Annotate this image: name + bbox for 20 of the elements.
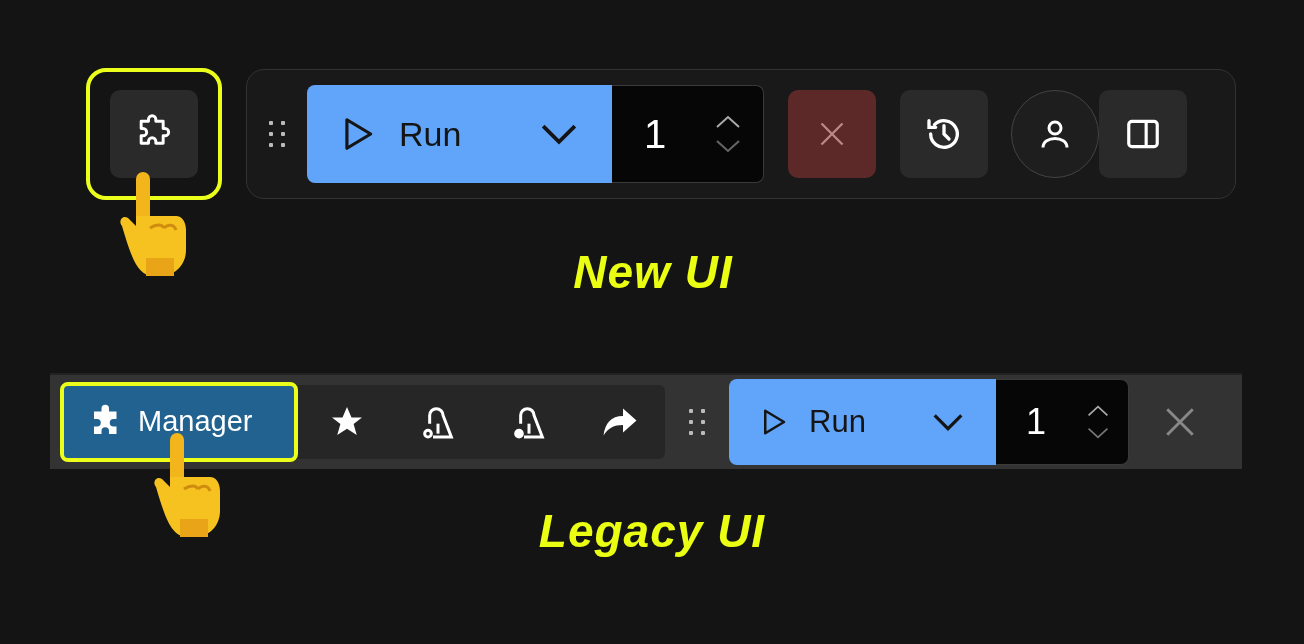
chevron-down-icon [932, 412, 964, 432]
chevron-down-icon [540, 122, 578, 146]
drag-handle[interactable] [269, 121, 285, 147]
history-button[interactable] [900, 90, 988, 178]
panel-toggle-button[interactable] [1099, 90, 1187, 178]
drag-handle[interactable] [689, 409, 705, 435]
chevron-down-icon[interactable] [715, 139, 741, 153]
run-button[interactable]: Run [729, 379, 996, 465]
close-icon [818, 120, 846, 148]
chevron-up-icon[interactable] [715, 115, 741, 129]
chevron-up-icon[interactable] [1086, 405, 1110, 417]
manager-button[interactable]: Manager [60, 382, 298, 462]
chevron-down-icon[interactable] [1086, 427, 1110, 439]
count-stepper[interactable]: 1 [996, 379, 1129, 465]
run-button[interactable]: Run [307, 85, 612, 183]
caption: New UI [572, 245, 734, 300]
caption: Legacy UI [537, 504, 767, 559]
close-icon [1163, 405, 1197, 439]
extensions-button[interactable] [110, 90, 198, 178]
count-stepper[interactable]: 1 [612, 85, 764, 183]
